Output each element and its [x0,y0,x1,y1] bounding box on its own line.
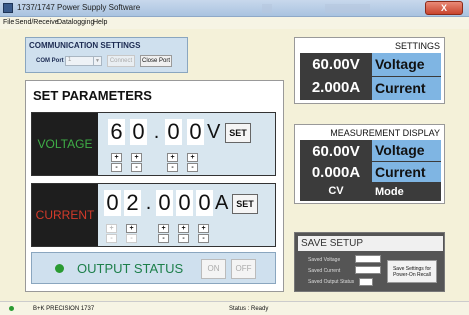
mode-value: CV [328,185,344,197]
current-tenths-plus-button[interactable]: + [158,224,169,233]
saved-voltage-field [355,255,381,263]
measurement-display-panel: MEASUREMENT DISPLAY 60.00V Voltage 0.000… [294,124,445,204]
mode-name: Mode [372,183,441,201]
current-hundredths-plus-button[interactable]: + [178,224,189,233]
current-tenths-minus-button[interactable]: - [158,234,169,243]
com-port-label: COM Port : [36,58,68,64]
save-setup-title: SAVE SETUP [298,236,443,251]
voltage-tenths-minus-button[interactable]: - [167,163,178,172]
menu-bar: File Send/Receive Datalogging Help [0,17,469,29]
current-hundredths-minus-button[interactable]: - [178,234,189,243]
save-settings-button[interactable]: Save Settings for Power-On Recall [387,260,437,283]
current-digit-tens[interactable]: 0 [104,190,121,216]
current-digit-hundredths[interactable]: 0 [176,190,193,216]
current-thousandths-minus-button[interactable]: - [198,234,209,243]
close-button[interactable]: X [425,1,463,15]
window-title: 1737/1747 Power Supply Software [17,3,141,12]
measured-voltage-value: 60.00V [312,143,360,160]
voltage-digit-hundredths[interactable]: 0 [187,119,204,145]
settings-voltage-name: Voltage [372,53,441,76]
voltage-set-button[interactable]: SET [225,123,251,143]
voltage-ones-minus-button[interactable]: - [131,163,142,172]
settings-display: 60.00V Voltage 2.000A Current [300,53,441,100]
measured-voltage-name: Voltage [372,140,441,161]
set-parameters-panel: SET PARAMETERS VOLTAGE 6 0 . 0 0 V SET +… [25,80,284,292]
voltage-ones-plus-button[interactable]: + [131,153,142,162]
current-row: CURRENT 0 2 . 0 0 0 A SET + + + + + - - … [31,183,276,247]
saved-current-field [355,266,381,274]
connection-indicator [9,306,14,311]
device-name: B+K PRECISION 1737 [33,306,95,312]
voltage-digit-tenths[interactable]: 0 [165,119,182,145]
current-tens-plus-button[interactable]: + [106,224,117,233]
com-port-value: 1 [68,57,72,63]
voltage-tens-minus-button[interactable]: - [111,163,122,172]
app-window: 1737/1747 Power Supply Software X File S… [0,0,469,315]
connect-button[interactable]: Connect [107,55,135,67]
communication-settings-panel: COMMUNICATION SETTINGS COM Port : 1 ▼ Co… [25,37,188,73]
settings-voltage-value: 60.00V [312,56,360,73]
current-set-button[interactable]: SET [232,194,258,214]
measurement-display-title: MEASUREMENT DISPLAY [330,128,440,138]
current-digit-tenths[interactable]: 0 [156,190,173,216]
voltage-tens-plus-button[interactable]: + [111,153,122,162]
current-ones-minus-button[interactable]: - [126,234,137,243]
saved-voltage-label: Saved Voltage [308,257,341,263]
current-ones-plus-button[interactable]: + [126,224,137,233]
voltage-hundredths-plus-button[interactable]: + [187,153,198,162]
saved-current-label: Saved Current [308,268,341,274]
voltage-controls: 6 0 . 0 0 V SET + + + + - - - - [98,113,275,175]
measured-current-value: 0.000A [311,164,361,181]
current-digit-thousandths[interactable]: 0 [196,190,213,216]
background-window-ghost [262,4,272,13]
output-on-button[interactable]: ON [201,259,226,279]
menu-send-receive[interactable]: Send/Receive [15,19,59,26]
com-port-select[interactable]: 1 ▼ [65,56,102,66]
status-bar: B+K PRECISION 1737 Status : Ready [0,301,469,315]
app-icon [3,3,13,13]
current-thousandths-plus-button[interactable]: + [198,224,209,233]
output-status-indicator [55,264,64,273]
settings-title: SETTINGS [394,41,440,51]
status-text: Status : Ready [229,306,269,312]
menu-datalogging[interactable]: Datalogging [57,19,94,26]
menu-help[interactable]: Help [93,19,107,26]
output-off-button[interactable]: OFF [231,259,256,279]
current-digit-ones[interactable]: 2 [124,190,141,216]
measurement-display: 60.00V Voltage 0.000A Current CV Mode [300,140,441,201]
background-window-ghost [325,4,370,13]
current-decimal-point: . [145,192,152,214]
saved-output-status-label: Saved Output Status [308,279,355,285]
save-setup-panel: SAVE SETUP Saved Voltage Saved Current S… [294,232,445,292]
close-port-button[interactable]: Close Port [140,55,172,67]
settings-current-value: 2.000A [311,79,361,96]
settings-panel: SETTINGS 60.00V Voltage 2.000A Current [294,37,445,104]
chevron-down-icon[interactable]: ▼ [93,57,101,65]
menu-file[interactable]: File [3,19,14,26]
voltage-tenths-plus-button[interactable]: + [167,153,178,162]
title-bar: 1737/1747 Power Supply Software X [0,0,469,17]
output-status-label: OUTPUT STATUS [77,261,184,276]
current-tens-minus-button[interactable]: - [106,234,117,243]
communication-settings-title: COMMUNICATION SETTINGS [29,41,141,50]
current-unit: A [215,192,229,214]
voltage-digit-tens[interactable]: 6 [108,119,125,145]
current-controls: 0 2 . 0 0 0 A SET + + + + + - - - - - [98,184,275,246]
voltage-label: VOLTAGE [32,113,98,175]
voltage-unit: V [207,121,221,143]
voltage-hundredths-minus-button[interactable]: - [187,163,198,172]
output-status-bar: OUTPUT STATUS ON OFF [31,252,276,284]
current-label: CURRENT [32,184,98,246]
saved-output-status-field [359,278,373,286]
voltage-decimal-point: . [153,121,160,143]
set-parameters-title: SET PARAMETERS [33,88,152,103]
voltage-row: VOLTAGE 6 0 . 0 0 V SET + + + + - - - - [31,112,276,176]
voltage-digit-ones[interactable]: 0 [130,119,147,145]
measured-current-name: Current [372,162,441,182]
settings-current-name: Current [372,77,441,100]
